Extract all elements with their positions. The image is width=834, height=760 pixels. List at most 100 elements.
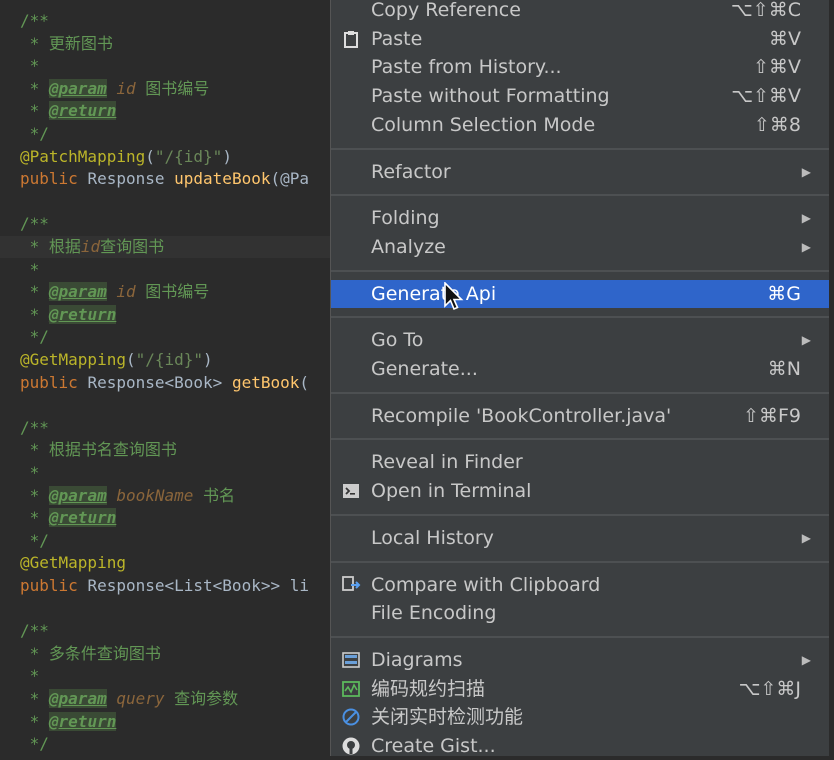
code-token: "/{id}" [154,146,223,166]
disable-icon [341,707,361,727]
code-line[interactable]: @PatchMapping("/{id}") [0,146,354,168]
code-token: public [20,576,88,595]
code-line[interactable]: public Response updateBook(@Pa [0,168,354,190]
code-token: /** [20,11,49,30]
code-token: public [20,372,88,392]
code-token: @return [48,508,117,528]
code-line[interactable]: public Response<Book> getBook( [0,372,354,394]
menu-item-label: Recompile 'BookController.java' [371,404,672,427]
code-token: Response [87,169,175,189]
code-token: "/{id}" [135,350,204,369]
code-line[interactable]: public Response<List<Book>> li [0,575,354,597]
menu-item-column-selection-mode[interactable]: Column Selection Mode ⇧⌘8 [331,111,829,139]
code-token: /** [20,417,49,437]
code-token: /** [20,214,49,234]
menu-item-compare-with-clipboard[interactable]: Compare with Clipboard [331,571,829,599]
code-token: (@Pa [270,169,309,189]
menu-separator [331,635,829,638]
clipboard-icon [341,29,361,49]
github-icon [341,736,361,756]
menu-item-item-27[interactable]: 编码规约扫描 ⌥⇧⌘J [331,675,829,703]
code-line[interactable]: */ [0,530,354,552]
code-line[interactable]: */ [0,123,354,145]
code-line[interactable]: * @param bookName 书名 [0,485,354,507]
menu-item-analyze[interactable]: Analyze ▶ [331,233,829,261]
code-line[interactable]: * 更新图书 [0,33,354,55]
code-token: @param [48,689,107,708]
diagram-icon [341,650,361,670]
code-line[interactable]: /** [0,620,354,642]
code-line[interactable]: * @param query 查询参数 [0,688,354,710]
compare-icon [341,575,361,595]
code-line[interactable] [0,598,354,620]
code-line[interactable]: * @return [0,507,354,529]
code-line[interactable]: * [0,462,354,484]
code-line[interactable]: * @return [0,304,354,326]
code-line[interactable]: * [0,259,354,281]
code-token: * 根据书名查询图书 [20,440,177,460]
menu-item-diagrams[interactable]: Diagrams ▶ [331,646,829,674]
code-line[interactable]: /** [0,213,354,235]
menu-item-refactor[interactable]: Refactor ▶ [331,158,829,186]
menu-item-local-history[interactable]: Local History ▶ [331,524,829,552]
code-token: ( [125,350,136,369]
code-line[interactable]: * 根据id查询图书 [0,236,354,258]
submenu-arrow-icon: ▶ [801,333,811,348]
terminal-icon [341,481,361,501]
menu-item-label: File Encoding [371,602,497,625]
menu-item-paste-without-formatting[interactable]: Paste without Formatting ⌥⇧⌘V [331,82,829,110]
code-token: @PatchMapping [20,146,146,166]
menu-item-reveal-in-finder[interactable]: Reveal in Finder [331,448,829,476]
menu-item-label: Analyze [371,235,446,258]
code-token: * [20,78,49,98]
menu-item-generate[interactable]: Generate... ⌘N [331,355,829,383]
menu-item-paste[interactable]: Paste ⌘V [331,25,829,53]
code-line[interactable]: * [0,665,354,687]
menu-item-file-encoding[interactable]: File Encoding [331,599,829,627]
code-line[interactable] [0,191,354,213]
code-line[interactable]: */ [0,326,354,348]
menu-item-label: Local History [371,526,494,549]
mouse-pointer-icon [444,282,464,311]
code-line[interactable]: * @return [0,711,354,733]
code-token: @GetMapping [20,350,126,369]
menu-item-recompile-bookcontroller-java[interactable]: Recompile 'BookController.java' ⇧⌘F9 [331,402,829,430]
menu-item-label: Generate... [371,358,478,380]
menu-item-label: Paste from History... [371,56,562,79]
submenu-arrow-icon: ▶ [801,164,811,179]
code-line[interactable]: * @param id 图书编号 [0,78,354,100]
menu-separator [331,560,829,563]
code-line[interactable]: * @return [0,100,354,122]
code-line[interactable]: * 多条件查询图书 [0,643,354,665]
code-line[interactable]: * 根据书名查询图书 [0,439,354,461]
code-line[interactable]: */ [0,733,354,755]
code-line[interactable] [0,394,354,416]
code-token: Response<List<Book>> li [87,576,309,595]
code-token: @param [48,282,107,302]
menu-item-item-28[interactable]: 关闭实时检测功能 [331,703,829,731]
scan-icon [341,679,361,699]
code-line[interactable]: * [0,55,354,77]
submenu-arrow-icon: ▶ [801,239,811,254]
menu-item-go-to[interactable]: Go To ▶ [331,326,829,354]
code-token: query [116,689,165,708]
menu-item-label: Copy Reference [371,0,521,21]
code-token: * [20,711,49,731]
code-line[interactable]: /** [0,417,354,439]
menu-item-generate-api[interactable]: Generate Api ⌘G [331,279,829,308]
menu-item-copy-reference[interactable]: Copy Reference ⌥⇧⌘C [331,0,829,24]
code-token: */ [20,327,49,347]
menu-item-label: Diagrams [371,648,463,671]
menu-item-paste-from-history[interactable]: Paste from History... ⇧⌘V [331,53,829,81]
menu-item-shortcut: ⇧⌘V [753,56,801,79]
code-token: @return [48,304,117,324]
code-line[interactable]: @GetMapping [0,552,354,574]
menu-item-folding[interactable]: Folding ▶ [331,204,829,232]
code-line[interactable]: @GetMapping("/{id}") [0,349,354,371]
menu-item-open-in-terminal[interactable]: Open in Terminal [331,477,829,505]
code-line[interactable]: * @param id 图书编号 [0,281,354,303]
code-line[interactable]: /** [0,10,354,32]
code-token: updateBook [174,169,271,189]
code-token: * [20,666,40,686]
